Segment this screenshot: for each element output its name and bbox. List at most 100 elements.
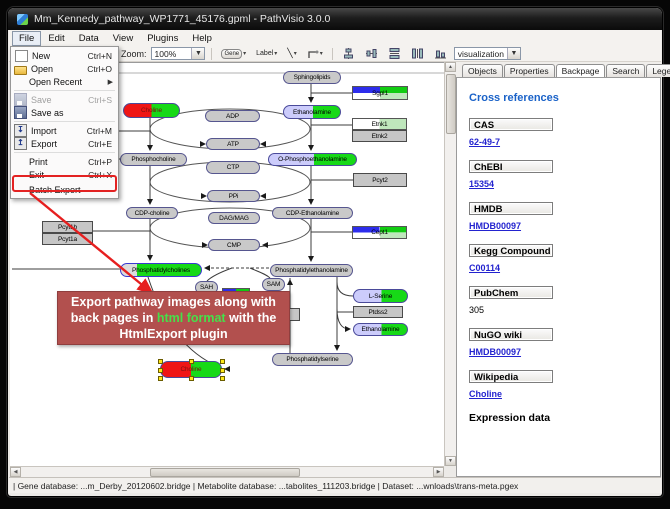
menu-item-export[interactable]: ↥ ExportCtrl+E — [11, 137, 118, 150]
menu-item-new[interactable]: NewCtrl+N — [11, 49, 118, 62]
xref-link[interactable]: HMDB00097 — [469, 347, 660, 357]
node-sphingolipids[interactable]: Sphingolipids — [283, 71, 341, 84]
xref-link[interactable]: 15354 — [469, 179, 660, 189]
node-cdp-choline[interactable]: CDP-choline — [126, 207, 178, 219]
line-tool-button[interactable]: ╲▾ — [284, 46, 299, 62]
tab-legend[interactable]: Legend — [646, 64, 670, 77]
xref-link[interactable]: C00114 — [469, 263, 660, 273]
node-dag-mag[interactable]: DAG/MAG — [208, 212, 260, 224]
selection-handle[interactable] — [158, 368, 163, 373]
menu-edit[interactable]: Edit — [41, 31, 71, 46]
node-ptdss2[interactable]: Ptdss2 — [353, 306, 403, 318]
menu-item-open-recent[interactable]: Open Recent▶ — [11, 75, 118, 88]
tab-backpage[interactable]: Backpage — [556, 64, 606, 78]
node-phosphatidylcholines[interactable]: Phosphatidylcholines — [120, 263, 202, 277]
connector-tool-button[interactable]: ▾ — [304, 46, 326, 62]
chevron-down-icon[interactable]: ▼ — [191, 48, 204, 59]
xref-link[interactable]: 62-49-7 — [469, 137, 660, 147]
node-phosphatidylserine[interactable]: Phosphatidylserine — [272, 353, 353, 366]
selection-handle[interactable] — [220, 376, 225, 381]
node-etnk1[interactable]: Etnk1 — [352, 118, 407, 130]
vertical-scrollbar[interactable]: ▲ ▼ — [444, 62, 456, 466]
selection-handle[interactable] — [158, 376, 163, 381]
align-bottom-icon — [434, 47, 447, 60]
node-phosphocholine[interactable]: Phosphocholine — [120, 153, 187, 166]
align-bottom-button[interactable] — [431, 46, 450, 62]
node-cmp[interactable]: CMP — [208, 239, 260, 251]
menu-item-print[interactable]: PrintCtrl+P — [11, 155, 118, 168]
menu-view[interactable]: View — [106, 31, 140, 46]
node-pcyt1b[interactable]: Pcyt1b — [42, 221, 93, 233]
xref-title: HMDB — [469, 202, 553, 215]
file-menu: NewCtrl+N OpenCtrl+O Open Recent▶ SaveCt… — [10, 46, 119, 199]
scroll-right-icon[interactable]: ▶ — [433, 467, 444, 477]
selection-handle[interactable] — [189, 359, 194, 364]
xref-title: NuGO wiki — [469, 328, 553, 341]
chevron-down-icon: ▾ — [274, 50, 277, 57]
chevron-down-icon: ▾ — [320, 50, 323, 57]
stack-horizontal-button[interactable] — [408, 46, 427, 62]
scroll-up-icon[interactable]: ▲ — [445, 62, 456, 72]
selection-handle[interactable] — [220, 368, 225, 373]
menu-separator — [14, 152, 115, 153]
xref-title: CAS — [469, 118, 553, 131]
selection-handle[interactable] — [158, 359, 163, 364]
node-l-serine[interactable]: L-Serine — [353, 289, 408, 303]
node-cdp-ethanolamine[interactable]: CDP-Ethanolamine — [272, 207, 353, 219]
callout-highlight-text: html format — [157, 311, 226, 325]
node-atp[interactable]: ATP — [206, 138, 260, 150]
node-pcyt2[interactable]: Pcyt2 — [353, 173, 407, 187]
visualization-combobox[interactable]: visualization ▼ — [454, 47, 521, 60]
node-etnk2[interactable]: Etnk2 — [352, 130, 407, 142]
menu-help[interactable]: Help — [185, 31, 219, 46]
node-ethanolamine-bottom[interactable]: Ethanolamine — [353, 323, 408, 336]
tab-search[interactable]: Search — [606, 64, 645, 77]
node-ppi[interactable]: PPi — [207, 190, 260, 202]
node-sgpl1[interactable]: Sgpl1 — [352, 86, 408, 100]
side-panel: Objects Properties Backpage Search Legen… — [456, 62, 661, 477]
tab-properties[interactable]: Properties — [504, 64, 555, 77]
selection-handle[interactable] — [220, 359, 225, 364]
new-label-button[interactable]: Label▾ — [253, 46, 280, 62]
menu-item-exit[interactable]: ExitCtrl+X — [11, 168, 118, 181]
stack-vertical-button[interactable] — [385, 46, 404, 62]
new-datanode-button[interactable]: Gene▾ — [218, 46, 249, 62]
chevron-down-icon[interactable]: ▼ — [507, 48, 520, 59]
horizontal-scroll-thumb[interactable] — [150, 468, 300, 477]
horizontal-scrollbar[interactable]: ◀ ▶ — [10, 466, 444, 477]
annotation-callout: Export pathway images along with back pa… — [57, 291, 290, 345]
node-cept1[interactable]: Cept1 — [352, 226, 407, 239]
menu-item-save-as[interactable]: Save as — [11, 106, 118, 119]
backpage-panel: Cross references CAS 62-49-7 ChEBI 15354… — [456, 77, 661, 477]
menu-item-import[interactable]: ↧ ImportCtrl+M — [11, 124, 118, 137]
node-ethanolamine-top[interactable]: Ethanolamine — [283, 105, 341, 119]
xref-link[interactable]: Choline — [469, 389, 660, 399]
menu-plugins[interactable]: Plugins — [140, 31, 185, 46]
menu-data[interactable]: Data — [72, 31, 106, 46]
node-ctp[interactable]: CTP — [206, 161, 260, 174]
scroll-left-icon[interactable]: ◀ — [10, 467, 21, 477]
scroll-down-icon[interactable]: ▼ — [445, 456, 456, 466]
node-choline-selected[interactable]: Choline — [160, 361, 222, 378]
menu-item-batch-export[interactable]: Batch Export — [11, 183, 118, 196]
tab-objects[interactable]: Objects — [462, 64, 503, 77]
node-pcyt1a[interactable]: Pcyt1a — [42, 233, 93, 245]
vertical-scroll-thumb[interactable] — [446, 74, 456, 134]
xref-link[interactable]: HMDB00097 — [469, 221, 660, 231]
zoom-combobox[interactable]: 100% ▼ — [151, 47, 206, 60]
align-center-y-button[interactable] — [362, 46, 381, 62]
node-phosphatidylethanolamine[interactable]: Phosphatidylethanolamine — [270, 264, 353, 277]
node-sam[interactable]: SAM — [262, 278, 285, 291]
selection-handle[interactable] — [189, 376, 194, 381]
node-o-phosphoethanolamine[interactable]: O-Phosphoethanolamine — [268, 153, 357, 166]
node-choline-top[interactable]: Choline — [123, 103, 180, 118]
save-as-disk-icon — [14, 106, 27, 119]
node-adp[interactable]: ADP — [205, 110, 260, 122]
align-center-x-button[interactable] — [339, 46, 358, 62]
toolbar-separator — [211, 48, 212, 60]
menu-item-open[interactable]: OpenCtrl+O — [11, 62, 118, 75]
open-folder-icon — [14, 66, 27, 75]
save-disk-icon — [14, 93, 27, 106]
menu-file[interactable]: File — [12, 31, 41, 46]
xref-section-hmdb: HMDB HMDB00097 — [469, 202, 660, 231]
